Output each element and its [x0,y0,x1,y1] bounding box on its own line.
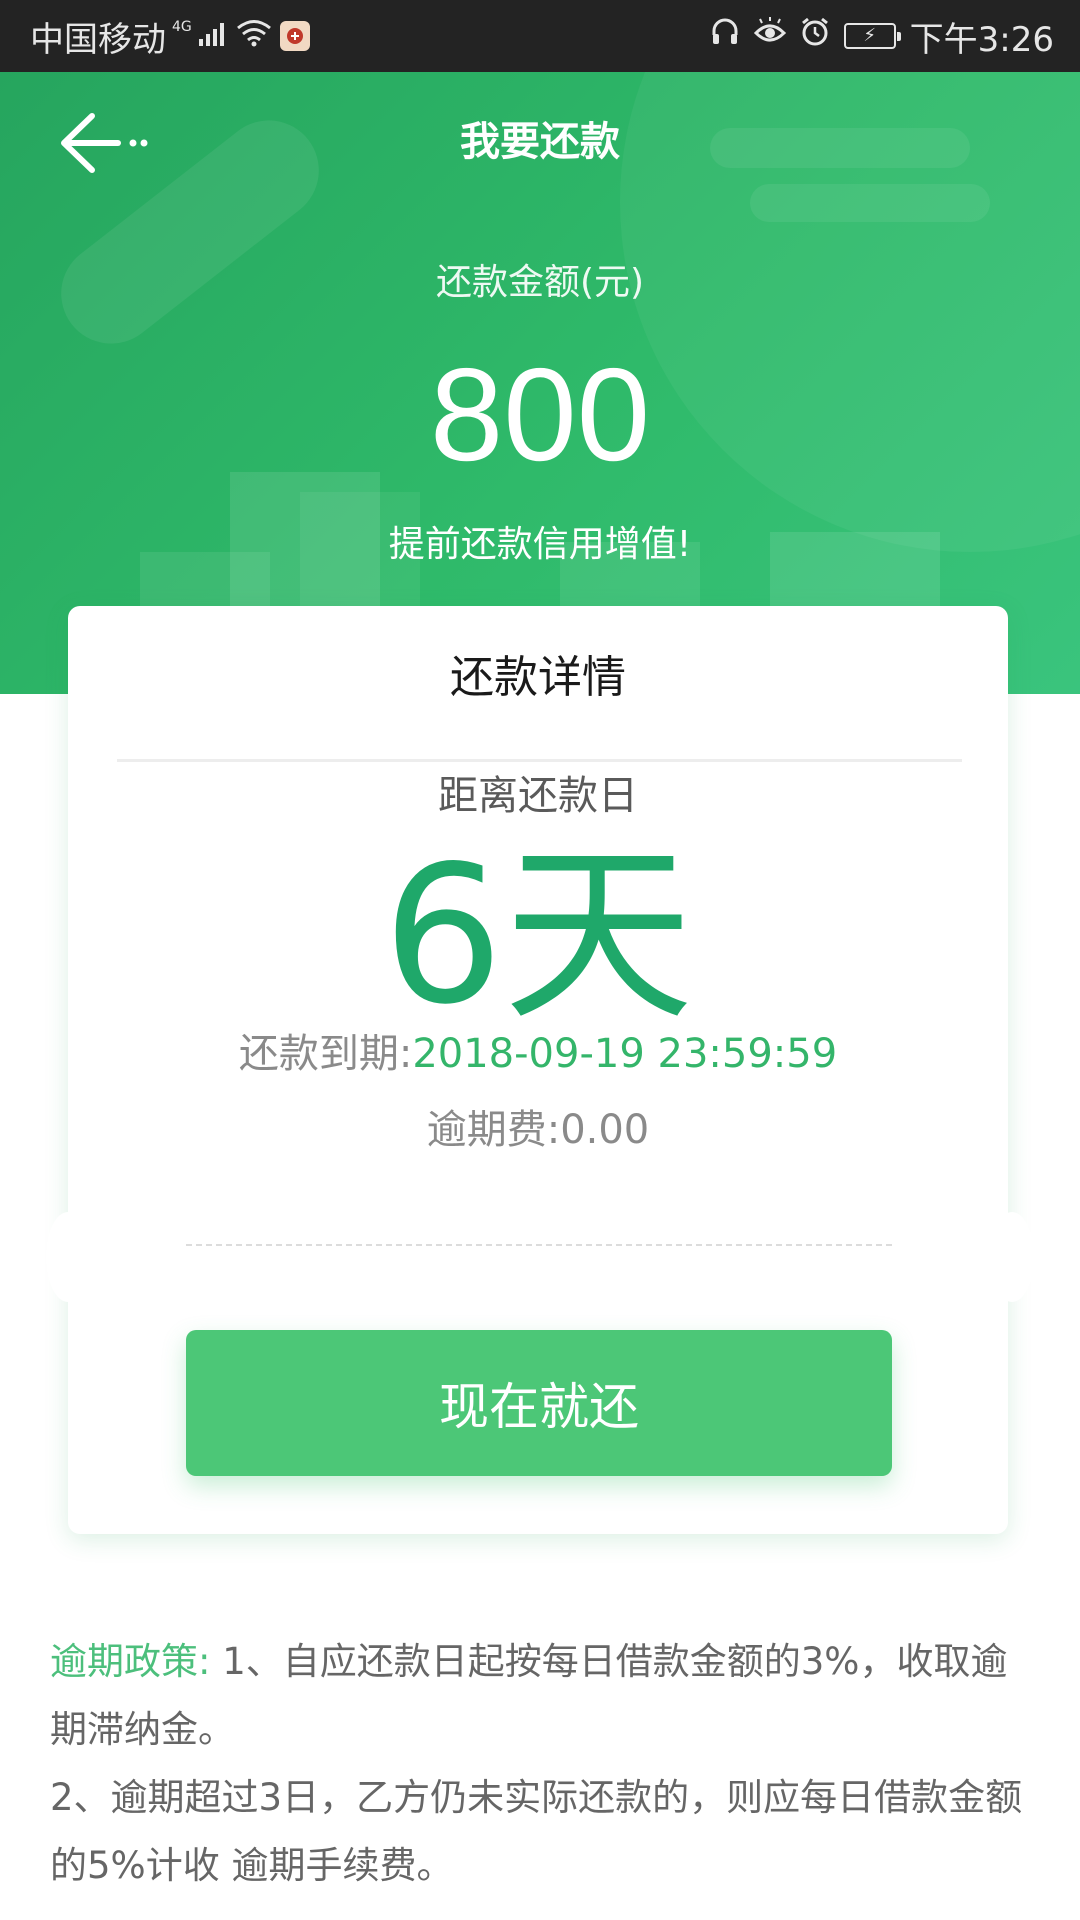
status-left-icons [198,16,310,56]
repayment-detail-card: 还款详情 距离还款日 6天 还款到期:2018-09-19 23:59:59 逾… [68,606,1008,1534]
card-notch-right [990,1212,1034,1302]
due-date-label: 还款到期: [238,1031,413,1077]
status-bar: 中国移动 4G ⚡ 下午3:26 [0,0,1080,72]
dashed-separator [186,1244,892,1246]
policy-label: 逾期政策: [50,1640,211,1683]
decor-cloud [750,184,990,222]
network-type: 4G [172,19,192,35]
amount-value: 800 [429,341,651,488]
alarm-icon [800,16,830,56]
status-time: 下午3:26 [909,19,1054,60]
card-notch-left [46,1212,90,1302]
overdue-policy: 逾期政策: 1、自应还款日起按每日借款金额的3%，收取逾期滞纳金。 2、逾期超过… [50,1628,1030,1900]
slogan-text: 提前还款信用增值! [388,524,692,565]
app-notification-icon [279,21,310,51]
page-title: 我要还款 [460,119,620,165]
amount-label: 还款金额(元) [435,262,645,303]
signal-icon [198,16,228,56]
policy-line-2: 2、逾期超过3日，乙方仍未实际还款的，则应每日借款金额的5%计收 逾期手续费。 [50,1776,1023,1887]
eye-icon [753,16,786,56]
carrier-name: 中国移动 [30,19,166,60]
days-remaining-label: 距离还款日 [438,773,638,819]
days-remaining-value: 6天 [382,825,694,1046]
divider [117,759,962,762]
charging-icon: ⚡ [863,25,876,46]
card-title: 还款详情 [450,652,626,703]
due-date-value: 2018-09-19 23:59:59 [412,1031,838,1077]
due-date-line: 还款到期:2018-09-19 23:59:59 [68,1024,1008,1084]
overdue-fee: 逾期费:0.00 [426,1107,650,1153]
carrier-group: 中国移动 4G [30,12,194,61]
pay-now-button[interactable]: 现在就还 [186,1330,892,1476]
headphones-icon [710,16,740,56]
wifi-icon [236,16,272,56]
status-right-icons: ⚡ 下午3:26 [710,12,1054,61]
battery-icon: ⚡ [843,23,901,49]
header-banner: 我要还款 还款金额(元) 800 提前还款信用增值! [0,72,1080,694]
